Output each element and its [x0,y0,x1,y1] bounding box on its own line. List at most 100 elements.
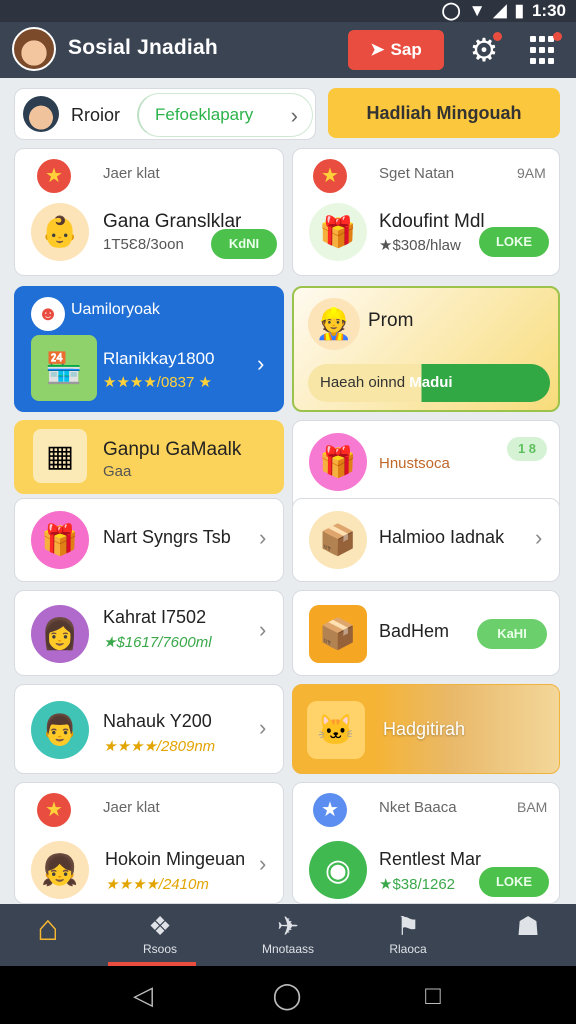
puzzle-icon: ❖ [148,911,172,941]
profile-avatar [23,96,59,132]
card-rating: ★★★★/0837 ★ [103,374,212,391]
weekly-gift-button[interactable]: Hadliah Mingouah [328,88,560,138]
card-title: Kahrat I7502 [103,607,207,627]
card-title: Ganpu GaMaalk [103,439,242,460]
grid-icon [530,36,536,42]
game-grid-icon: ▦ [33,429,87,483]
card-time: BAM [517,799,548,815]
profile-card-icon: ☗ [516,911,540,941]
star-badge-icon: ★ [37,793,71,827]
count-badge: 1 8 [507,437,547,461]
system-nav-bar: ◁ ◯ □ [0,966,576,1024]
list-card[interactable]: 👨 Nahauk Y200 ★★★★/2809nm › [14,684,284,774]
nav-rooms[interactable]: ❖ Rsoos [116,904,204,966]
games-card[interactable]: ▦ Ganpu GaMaalk Gaa [14,420,284,494]
avatar-badge-icon: ☻ [31,297,65,331]
nav-places[interactable]: ⚑ Rlaoca [364,904,452,966]
recents-icon[interactable]: □ [418,980,448,1010]
nav-missions[interactable]: ✈ Mnotaass [244,904,332,966]
chevron-right-icon: › [259,617,267,642]
nav-label: Rlaoca [389,942,427,956]
battery-icon: ▮ [514,1,524,20]
card-label: Sget Natan [379,165,455,182]
plane-icon: ✈ [277,911,299,941]
gift-icon: 🎁 [309,203,367,261]
reward-card[interactable]: ★ Nket Baaca BAM ◉ Rentlest Mar ★$38/126… [292,782,560,904]
card-value: ★$308/hlaw [379,237,461,254]
card-title: Halmioo Iadnak [379,527,505,547]
claim-button[interactable]: LOKE [479,867,549,897]
promo-card[interactable]: 👷 Prom Haeah oinnd Madui [292,286,560,412]
profile-link[interactable]: Fefoeklapary › [137,93,313,137]
shop-icon: 🏪 [31,335,97,401]
status-icons: ◯ ▼ ◢ ▮ 1:30 [442,0,566,22]
notification-dot [493,32,502,41]
card-rating: ★★★★/2410m [105,876,209,893]
character-icon: 👷 [308,298,360,350]
banner-card[interactable]: 🐱 Hadgitirah [292,684,560,774]
shop-button[interactable]: ➤ Sap [348,30,444,70]
promo-action-button[interactable]: Haeah oinnd Madui [308,364,550,402]
cat-gift-icon: 🐱 [307,701,365,759]
card-title: Rentlest Mar [379,849,482,869]
back-icon[interactable]: ◁ [128,980,158,1010]
card-value: ★$1617/7600ml [103,634,212,651]
chevron-right-icon: › [257,351,265,376]
character-icon: 👧 [31,841,89,899]
claim-button[interactable]: LOKE [479,227,549,257]
nav-profile[interactable]: ☗ [484,904,572,966]
chevron-right-icon: › [259,715,267,740]
card-title: Nart Syngrs Tsb [103,527,231,547]
card-subtitle: Gaa [103,463,132,480]
profile-name: Rroior [71,105,121,125]
card-title: BadHem [379,621,450,641]
card-title: Rlanikkay1800 [103,349,215,368]
shop-button-label: Sap [390,40,422,59]
wifi-icon: ▼ [468,1,486,20]
chevron-right-icon: › [535,525,543,550]
nav-home[interactable]: ⌂ [4,904,92,966]
reward-card[interactable]: ★ Sget Natan 9AM 🎁 Kdoufint Mdl ★$308/hl… [292,148,560,276]
profile-link-label: Fefoeklapary [155,105,254,124]
list-card[interactable]: 👩 Kahrat I7502 ★$1617/7600ml › [14,590,284,676]
banner-title: Hadgitirah [383,719,466,739]
promo-bar-label: Haeah oinnd [320,374,406,391]
list-card[interactable]: 🎁 Nart Syngrs Tsb › [14,498,284,582]
card-value: 1T5Ɛ8/3oon [103,236,184,253]
clock: 1:30 [531,1,566,20]
bottom-nav: ⌂ ❖ Rsoos ✈ Mnotaass ⚑ Rlaoca ☗ [0,904,576,966]
featured-card[interactable]: ☻ Uamiloryoak 🏪 Rlanikkay1800 ★★★★/0837 … [14,286,284,412]
card-label: Hnustsoca [379,455,450,472]
app-bar: Sosial Jnadiah ➤ Sap ⚙ [0,22,576,78]
chevron-right-icon: › [259,851,267,876]
avatar[interactable] [12,27,56,71]
list-card[interactable]: 📦 Halmioo Iadnak › [292,498,560,582]
notification-dot [553,32,562,41]
signal-icon: ◢ [493,1,507,20]
chef-icon: 👨 [31,701,89,759]
claim-button[interactable]: KdNI [211,229,277,259]
home-icon: ⌂ [37,907,59,948]
card-title: Hokoin Mingeuan [105,849,246,869]
profile-bar[interactable]: Rroior Fefoeklapary › [14,88,316,140]
card-label: Nket Baaca [379,799,457,816]
grid-menu-button[interactable] [530,32,562,66]
coin-icon: ◉ [309,841,367,899]
app-title: Sosial Jnadiah [68,36,218,59]
character-icon: 👩 [31,605,89,663]
card-title: Nahauk Y200 [103,711,212,731]
tag-icon: ⚑ [396,911,420,941]
box-icon: 📦 [309,511,367,569]
list-card[interactable]: 📦 BadHem KaHI [292,590,560,676]
claim-button[interactable]: KaHI [477,619,547,649]
promo-bar-action: Madui [409,374,453,391]
star-badge-icon: ★ [313,793,347,827]
card-title: Kdoufint Mdl [379,211,485,232]
reward-card[interactable]: ★ Jaer klat 👶 Gana Granslklar 1T5Ɛ8/3oon… [14,148,284,276]
reward-card[interactable]: ★ Jaer klat 👧 Hokoin Mingeuan ★★★★/2410m… [14,782,284,904]
home-up-icon: ➤ [370,40,385,59]
settings-button[interactable]: ⚙ [466,32,502,68]
main-content: Rroior Fefoeklapary › Hadliah Mingouah ★… [0,78,576,904]
home-circle-icon[interactable]: ◯ [272,980,302,1010]
nav-label: Mnotaass [261,942,315,956]
